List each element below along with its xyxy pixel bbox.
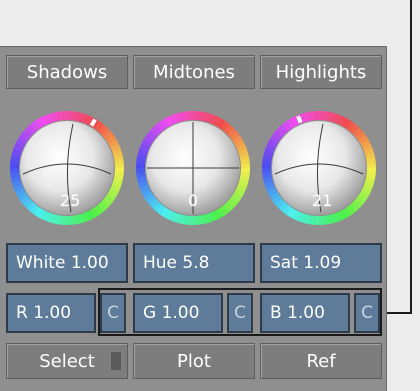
callout-highlight-box (98, 288, 382, 336)
hue-ring-segment (192, 215, 198, 225)
hue-ring-segment (114, 163, 124, 169)
hue-ring-segment (366, 163, 376, 169)
tab-shadows-label: Shadows (26, 61, 108, 83)
color-correction-panel: Shadows Midtones Highlights 25 0 21 Whit… (0, 46, 387, 391)
midtones-wheel-value: 0 (188, 191, 199, 210)
tab-shadows[interactable]: Shadows (6, 55, 128, 89)
hue-ring-segment (136, 167, 146, 173)
plot-button[interactable]: Plot (133, 343, 255, 379)
hue-value: Hue 5.8 (143, 253, 210, 273)
wheel-marker (296, 115, 303, 124)
hue-ring-segment (262, 167, 272, 173)
highlights-wheel-value: 21 (312, 191, 333, 210)
ref-button[interactable]: Ref (260, 343, 382, 379)
callout-line-vertical (410, 0, 412, 314)
hue-ring-segment (188, 111, 194, 121)
r-value: R 1.00 (16, 303, 72, 323)
select-button[interactable]: Select (6, 343, 128, 379)
sat-field[interactable]: Sat 1.09 (260, 243, 382, 283)
white-value: White 1.00 (16, 253, 109, 273)
select-label: Select (39, 350, 95, 372)
select-indicator (111, 352, 121, 370)
hue-ring-segment (66, 215, 72, 225)
white-field[interactable]: White 1.00 (6, 243, 128, 283)
hue-ring-segment (318, 215, 324, 225)
r-field[interactable]: R 1.00 (6, 293, 96, 333)
sat-value: Sat 1.09 (270, 253, 342, 273)
hue-ring-segment (240, 163, 250, 169)
hue-ring-segment (10, 167, 20, 173)
shadows-wheel-value: 25 (60, 191, 81, 210)
plot-label: Plot (177, 350, 211, 372)
ref-label: Ref (306, 350, 336, 372)
tab-midtones-label: Midtones (153, 61, 235, 83)
hue-ring-segment (62, 111, 68, 121)
tab-highlights-label: Highlights (275, 61, 367, 83)
tab-highlights[interactable]: Highlights (260, 55, 382, 89)
callout-line-horizontal (384, 312, 412, 314)
hue-field[interactable]: Hue 5.8 (133, 243, 255, 283)
hue-ring-segment (314, 111, 320, 121)
tab-midtones[interactable]: Midtones (133, 55, 255, 89)
